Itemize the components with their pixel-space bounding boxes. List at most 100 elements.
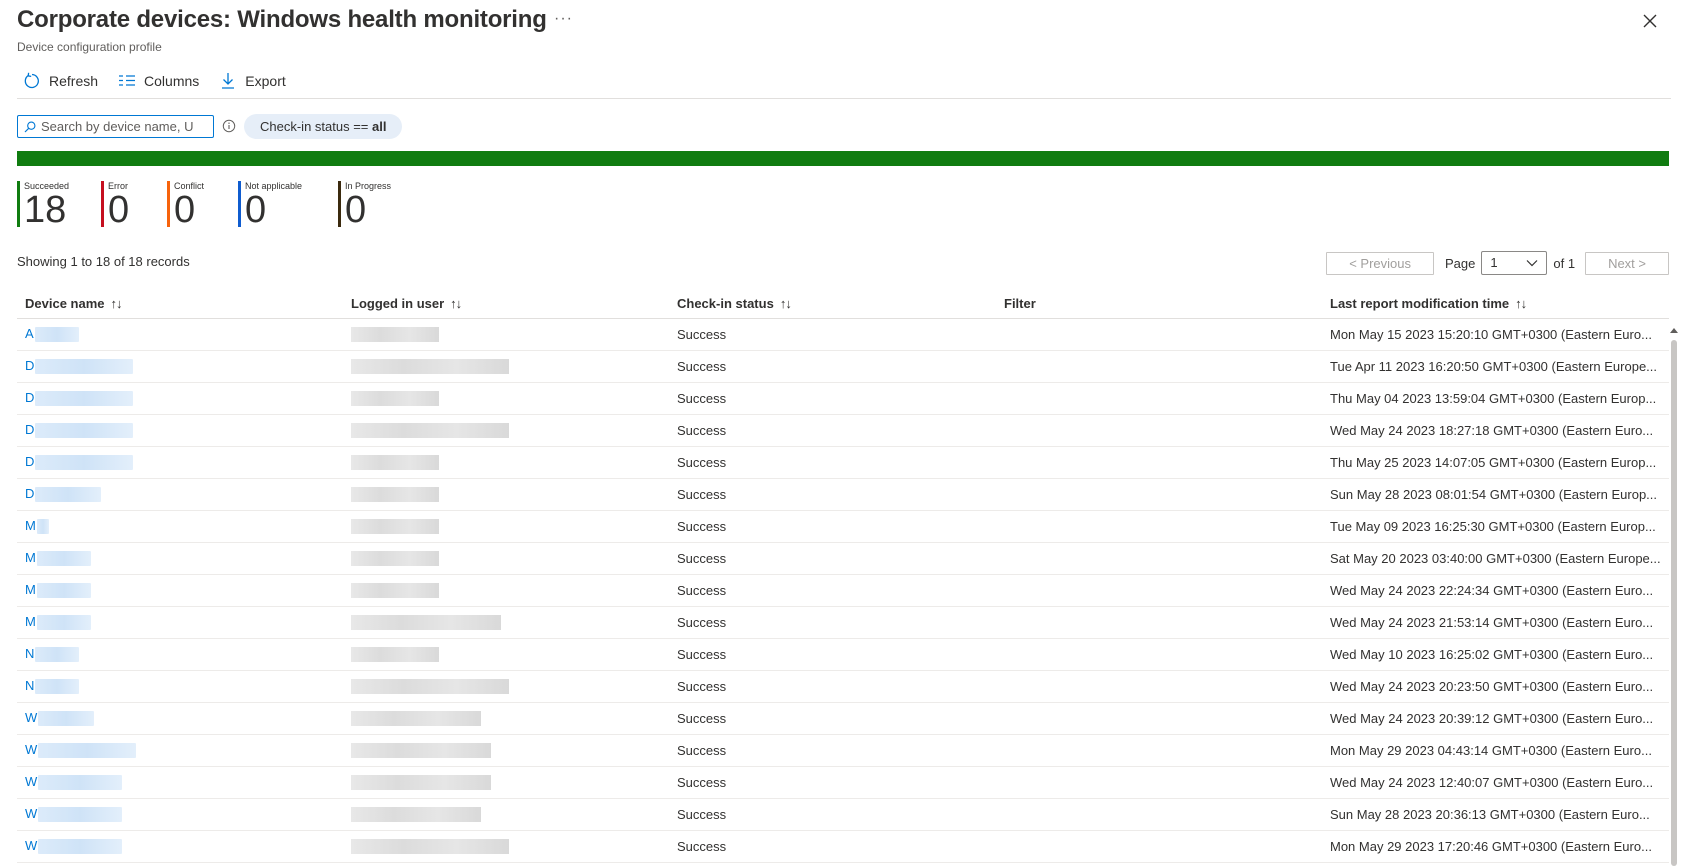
redacted-user bbox=[351, 807, 481, 823]
stat-not-applicable-value: 0 bbox=[245, 189, 267, 231]
table-row[interactable]: D Success Tue Apr 11 2023 16:20:50 GMT+0… bbox=[17, 350, 1669, 383]
export-button[interactable]: Export bbox=[213, 70, 293, 92]
redacted-user bbox=[351, 679, 509, 695]
redacted-user bbox=[351, 423, 509, 439]
table-row[interactable]: M Success Tue May 09 2023 16:25:30 GMT+0… bbox=[17, 510, 1669, 543]
filter-cell bbox=[996, 382, 1322, 415]
redacted-device-name bbox=[38, 711, 95, 727]
table-row[interactable]: W Success Mon May 29 2023 17:20:46 GMT+0… bbox=[17, 830, 1669, 863]
column-header-device-name[interactable]: Device name ↑↓ bbox=[17, 290, 343, 319]
device-name-link[interactable]: D bbox=[17, 382, 343, 415]
redacted-user bbox=[351, 615, 501, 631]
vertical-scrollbar[interactable] bbox=[1669, 326, 1679, 866]
download-icon bbox=[222, 73, 235, 89]
redacted-user bbox=[351, 711, 481, 727]
filter-cell bbox=[996, 638, 1322, 671]
device-name-text: D bbox=[25, 357, 35, 373]
toolbar-divider bbox=[17, 98, 1671, 99]
checkin-status-cell: Success bbox=[669, 766, 996, 799]
last-report-time-cell: Wed May 24 2023 21:53:14 GMT+0300 (Easte… bbox=[1322, 606, 1669, 639]
device-name-link[interactable]: N bbox=[17, 638, 343, 671]
sort-icon[interactable]: ↑↓ bbox=[1515, 296, 1527, 311]
filter-cell bbox=[996, 414, 1322, 447]
sort-icon[interactable]: ↑↓ bbox=[111, 296, 123, 311]
checkin-status-cell: Success bbox=[669, 574, 996, 607]
logged-in-user-cell bbox=[343, 766, 669, 799]
table-row[interactable]: A Success Mon May 15 2023 15:20:10 GMT+0… bbox=[17, 318, 1669, 351]
scrollbar-thumb[interactable] bbox=[1671, 340, 1677, 866]
status-progress-bar bbox=[17, 151, 1669, 166]
columns-button[interactable]: Columns bbox=[112, 70, 207, 92]
redacted-device-name bbox=[36, 615, 91, 631]
refresh-button[interactable]: Refresh bbox=[17, 70, 106, 92]
sort-icon[interactable]: ↑↓ bbox=[780, 296, 792, 311]
last-report-time-cell: Wed May 24 2023 20:23:50 GMT+0300 (Easte… bbox=[1322, 670, 1669, 703]
columns-icon bbox=[119, 75, 136, 86]
filter-cell bbox=[996, 702, 1322, 735]
table-row[interactable]: D Success Sun May 28 2023 08:01:54 GMT+0… bbox=[17, 478, 1669, 511]
previous-button[interactable]: < Previous bbox=[1326, 251, 1434, 275]
close-icon[interactable] bbox=[1641, 12, 1659, 30]
device-name-link[interactable]: W bbox=[17, 702, 343, 735]
device-name-link[interactable]: D bbox=[17, 478, 343, 511]
filter-pill-checkin-status[interactable]: Check-in status == all bbox=[244, 114, 403, 139]
table-row[interactable]: W Success Wed May 24 2023 20:39:12 GMT+0… bbox=[17, 702, 1669, 735]
device-name-link[interactable]: M bbox=[17, 606, 343, 639]
stat-in-progress: In Progress 0 bbox=[338, 181, 391, 229]
device-name-link[interactable]: M bbox=[17, 542, 343, 575]
table-row[interactable]: M Success Sat May 20 2023 03:40:00 GMT+0… bbox=[17, 542, 1669, 575]
scroll-up-arrow-icon[interactable] bbox=[1669, 326, 1679, 334]
device-name-link[interactable]: M bbox=[17, 510, 343, 543]
page-dropdown[interactable]: 1 bbox=[1481, 251, 1548, 275]
next-button[interactable]: Next > bbox=[1585, 251, 1669, 275]
column-header-label: Check-in status bbox=[677, 296, 774, 312]
device-name-link[interactable]: W bbox=[17, 734, 343, 767]
table-row[interactable]: W Success Mon May 29 2023 04:43:14 GMT+0… bbox=[17, 734, 1669, 767]
table-row[interactable]: N Success Wed May 10 2023 16:25:02 GMT+0… bbox=[17, 638, 1669, 671]
filter-cell bbox=[996, 318, 1322, 351]
redacted-device-name bbox=[34, 327, 79, 343]
stat-succeeded: Succeeded 18 bbox=[17, 181, 69, 229]
column-header-checkin-status[interactable]: Check-in status ↑↓ bbox=[669, 290, 996, 319]
device-name-link[interactable]: D bbox=[17, 446, 343, 479]
filter-cell bbox=[996, 734, 1322, 767]
redacted-device-name bbox=[36, 519, 49, 535]
sort-icon[interactable]: ↑↓ bbox=[450, 296, 462, 311]
refresh-icon bbox=[24, 72, 39, 89]
device-name-link[interactable]: D bbox=[17, 414, 343, 447]
filter-cell bbox=[996, 574, 1322, 607]
info-icon[interactable] bbox=[222, 119, 236, 133]
logged-in-user-cell bbox=[343, 734, 669, 767]
search-box[interactable] bbox=[17, 115, 214, 138]
table-row[interactable]: N Success Wed May 24 2023 20:23:50 GMT+0… bbox=[17, 670, 1669, 703]
filter-pill-value: all bbox=[372, 119, 387, 134]
table-row[interactable]: W Success Sun May 28 2023 20:36:13 GMT+0… bbox=[17, 798, 1669, 831]
table-row[interactable]: W Success Wed May 24 2023 12:40:07 GMT+0… bbox=[17, 766, 1669, 799]
more-options-icon[interactable]: ··· bbox=[554, 10, 573, 28]
table-row[interactable]: D Success Thu May 04 2023 13:59:04 GMT+0… bbox=[17, 382, 1669, 415]
column-header-logged-in-user[interactable]: Logged in user ↑↓ bbox=[343, 290, 669, 319]
logged-in-user-cell bbox=[343, 350, 669, 383]
device-name-link[interactable]: N bbox=[17, 670, 343, 703]
logged-in-user-cell bbox=[343, 446, 669, 479]
device-name-link[interactable]: W bbox=[17, 766, 343, 799]
device-name-link[interactable]: D bbox=[17, 350, 343, 383]
table-row[interactable]: M Success Wed May 24 2023 21:53:14 GMT+0… bbox=[17, 606, 1669, 639]
table-row[interactable]: M Success Wed May 24 2023 22:24:34 GMT+0… bbox=[17, 574, 1669, 607]
table-row[interactable]: D Success Thu May 25 2023 14:07:05 GMT+0… bbox=[17, 446, 1669, 479]
checkin-status-cell: Success bbox=[669, 670, 996, 703]
search-input[interactable] bbox=[41, 119, 201, 134]
device-name-link[interactable]: W bbox=[17, 830, 343, 863]
device-name-text: M bbox=[25, 517, 36, 533]
filter-cell bbox=[996, 670, 1322, 703]
redacted-user bbox=[351, 583, 439, 599]
redacted-device-name bbox=[35, 359, 134, 375]
device-name-link[interactable]: A bbox=[17, 318, 343, 351]
column-header-last-report-time[interactable]: Last report modification time ↑↓ bbox=[1322, 290, 1669, 319]
table-row[interactable]: D Success Wed May 24 2023 18:27:18 GMT+0… bbox=[17, 414, 1669, 447]
device-name-link[interactable]: M bbox=[17, 574, 343, 607]
checkin-status-cell: Success bbox=[669, 510, 996, 543]
device-name-link[interactable]: W bbox=[17, 798, 343, 831]
checkin-status-cell: Success bbox=[669, 542, 996, 575]
last-report-time-cell: Tue May 09 2023 16:25:30 GMT+0300 (Easte… bbox=[1322, 510, 1669, 543]
